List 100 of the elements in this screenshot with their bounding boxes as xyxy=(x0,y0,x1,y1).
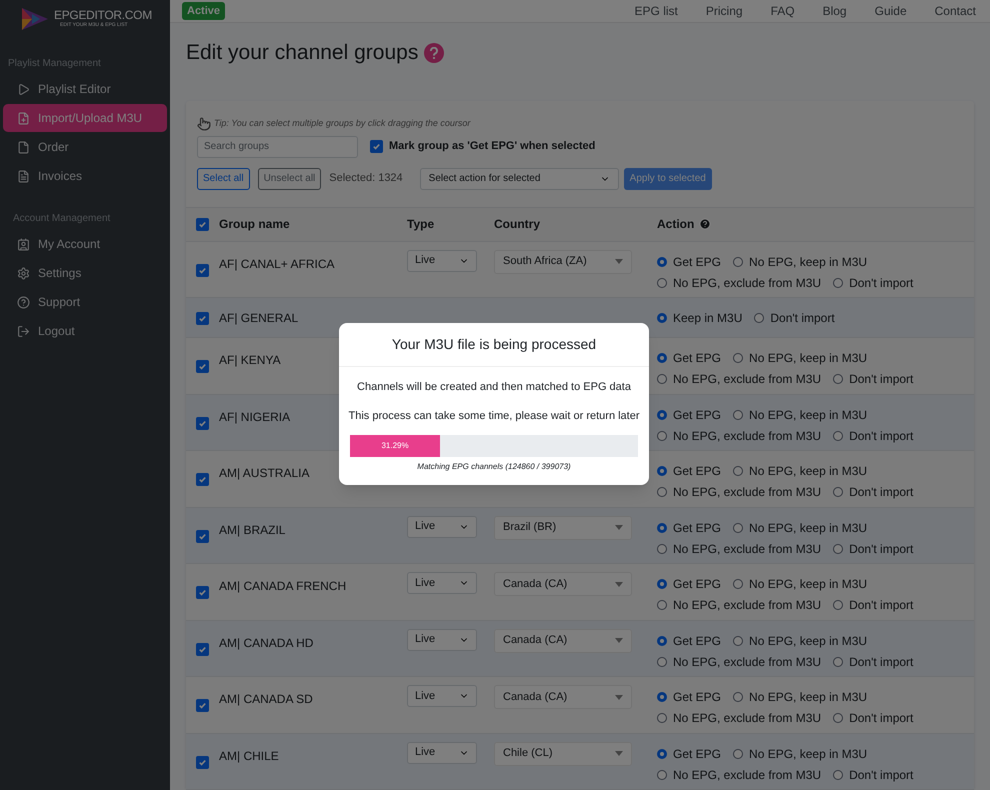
selected-count: Selected: 1324 xyxy=(329,171,403,186)
radio-button[interactable] xyxy=(657,487,667,497)
nav-link[interactable]: Guide xyxy=(874,2,907,20)
radio-button[interactable] xyxy=(733,466,744,476)
row-checkbox[interactable] xyxy=(196,756,209,769)
type-select[interactable]: Live xyxy=(407,742,477,764)
file-icon xyxy=(17,140,30,154)
radio-button[interactable] xyxy=(657,256,667,266)
radio-button[interactable] xyxy=(833,487,844,497)
nav-link[interactable]: Pricing xyxy=(706,2,743,20)
radio-label: No EPG, keep in M3U xyxy=(749,689,868,706)
checkbox[interactable] xyxy=(370,140,383,153)
radio-button[interactable] xyxy=(657,544,667,554)
radio-button[interactable] xyxy=(733,748,744,758)
radio-button[interactable] xyxy=(657,770,667,780)
radio-button[interactable] xyxy=(657,278,667,288)
row-checkbox[interactable] xyxy=(196,360,209,374)
sidebar-item[interactable]: Playlist Editor xyxy=(3,75,167,103)
nav-link[interactable]: EPG list xyxy=(634,2,678,20)
sidebar-item[interactable]: Import/Upload M3U xyxy=(3,104,167,132)
radio-button[interactable] xyxy=(657,430,667,440)
radio-button[interactable] xyxy=(657,748,667,758)
type-select[interactable]: Live xyxy=(407,572,477,594)
radio-label: Don't import xyxy=(849,766,914,784)
country-select[interactable]: Canada (CA) xyxy=(494,685,632,709)
radio-label: No EPG, exclude from M3U xyxy=(673,654,822,670)
group-name: AF| GENERAL xyxy=(219,310,298,326)
sidebar-item[interactable]: Invoices xyxy=(3,162,167,190)
radio-button[interactable] xyxy=(733,692,744,702)
radio-label: Get EPG xyxy=(673,463,722,480)
apply-button[interactable]: Apply to selected xyxy=(624,168,712,190)
row-checkbox[interactable] xyxy=(196,642,209,656)
action-select[interactable]: Select action for selected xyxy=(420,168,619,190)
select-all-checkbox[interactable] xyxy=(196,218,209,230)
search-field[interactable]: Search groups xyxy=(197,136,358,158)
radio-button[interactable] xyxy=(733,410,744,420)
group-name: AF| NIGERIA xyxy=(219,410,290,424)
row-checkbox[interactable] xyxy=(196,416,209,430)
radio-button[interactable] xyxy=(833,713,844,723)
radio-button[interactable] xyxy=(657,522,667,532)
row-checkbox[interactable] xyxy=(196,264,209,277)
unselect-all-button[interactable]: Unselect all xyxy=(258,168,322,190)
country-select[interactable]: Brazil (BR) xyxy=(494,516,632,540)
help-icon[interactable] xyxy=(699,218,712,230)
radio-button[interactable] xyxy=(733,636,744,646)
radio-button[interactable] xyxy=(754,312,764,322)
radio-button[interactable] xyxy=(657,466,667,476)
nav-link[interactable]: FAQ xyxy=(770,2,795,20)
radio-button[interactable] xyxy=(657,600,667,610)
radio-button[interactable] xyxy=(833,544,844,554)
radio-button[interactable] xyxy=(657,579,667,589)
type-select[interactable]: Live xyxy=(407,685,477,707)
radio-button[interactable] xyxy=(733,256,744,266)
sidebar-item[interactable]: My Account xyxy=(3,230,167,258)
type-select[interactable]: Live xyxy=(407,250,477,272)
radio-label: Get EPG xyxy=(673,689,722,706)
country-select[interactable]: Canada (CA) xyxy=(494,628,632,652)
radio-label: No EPG, keep in M3U xyxy=(749,746,868,762)
radio-button[interactable] xyxy=(833,430,844,440)
select-all-button[interactable]: Select all xyxy=(197,168,250,190)
radio-button[interactable] xyxy=(833,374,844,384)
play-icon xyxy=(17,82,30,96)
radio-button[interactable] xyxy=(733,353,744,363)
row-checkbox[interactable] xyxy=(196,530,209,543)
sidebar-item[interactable]: Support xyxy=(3,288,167,316)
nav-link[interactable]: Contact xyxy=(934,2,976,20)
radio-button[interactable] xyxy=(657,410,667,420)
radio-label: No EPG, keep in M3U xyxy=(749,406,868,424)
sidebar-item[interactable]: Logout xyxy=(3,317,167,345)
country-select[interactable]: Chile (CL) xyxy=(494,742,632,766)
radio-button[interactable] xyxy=(733,579,744,589)
row-checkbox[interactable] xyxy=(196,586,209,600)
sidebar-item[interactable]: Order xyxy=(3,133,167,161)
radio-button[interactable] xyxy=(657,312,667,322)
radio-button[interactable] xyxy=(657,636,667,646)
type-select[interactable]: Live xyxy=(407,516,477,538)
radio-button[interactable] xyxy=(733,522,744,532)
radio-button[interactable] xyxy=(657,692,667,702)
help-icon[interactable] xyxy=(424,42,444,63)
nav-link[interactable]: Blog xyxy=(822,2,847,20)
radio-button[interactable] xyxy=(657,374,667,384)
page-title: Edit your channel groups xyxy=(186,40,418,66)
radio-button[interactable] xyxy=(833,600,844,610)
row-checkbox[interactable] xyxy=(196,473,209,486)
type-select[interactable]: Live xyxy=(407,628,477,650)
radio-label: Get EPG xyxy=(673,520,722,536)
radio-button[interactable] xyxy=(657,656,667,666)
caret-icon xyxy=(615,525,623,530)
country-select[interactable]: South Africa (ZA) xyxy=(494,250,632,274)
row-checkbox[interactable] xyxy=(196,699,209,712)
radio-button[interactable] xyxy=(833,770,844,780)
dialog-title: Your M3U file is being processed xyxy=(392,335,596,354)
radio-button[interactable] xyxy=(833,656,844,666)
radio-button[interactable] xyxy=(657,713,667,723)
radio-label: Get EPG xyxy=(673,576,722,593)
radio-button[interactable] xyxy=(657,353,667,363)
radio-button[interactable] xyxy=(833,278,844,288)
sidebar-item[interactable]: Settings xyxy=(3,259,167,287)
country-select[interactable]: Canada (CA) xyxy=(494,572,632,596)
row-checkbox[interactable] xyxy=(196,312,209,325)
